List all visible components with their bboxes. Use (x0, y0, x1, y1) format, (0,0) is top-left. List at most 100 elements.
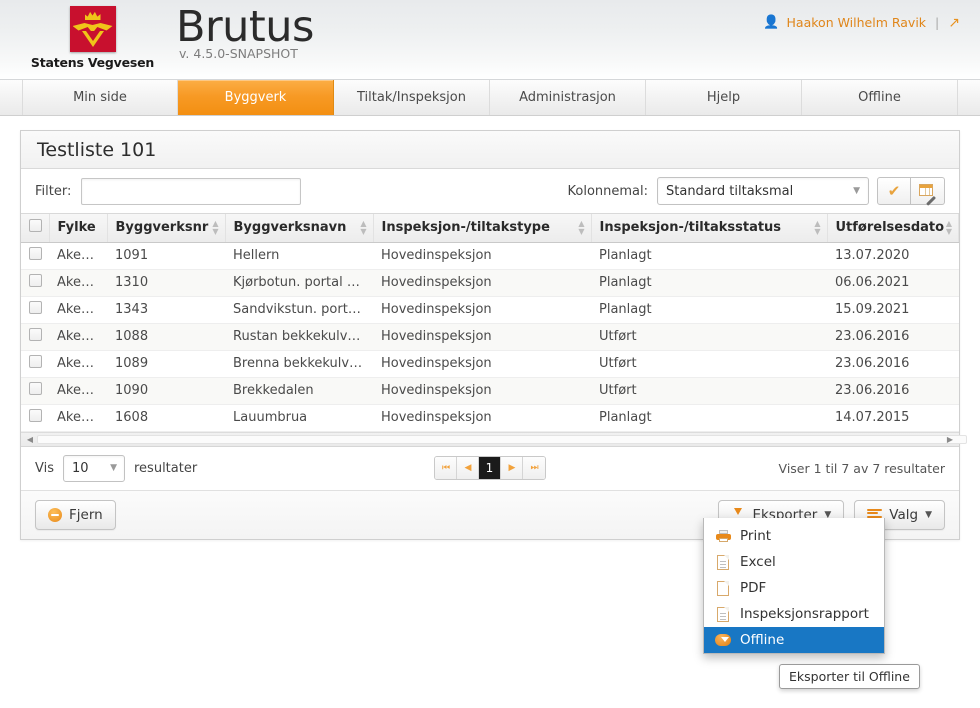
results-label: resultater (134, 460, 198, 476)
prev-page-button[interactable]: ◀ (457, 457, 479, 479)
sort-icon[interactable]: ▲ ▼ (578, 219, 584, 236)
nav-label: Administrasjon (519, 90, 616, 105)
document-icon (715, 554, 731, 570)
cell-byggverksnavn: Kjørbotun. portal nord (225, 269, 373, 297)
check-icon: ✔ (887, 181, 901, 200)
user-name[interactable]: Haakon Wilhelm Ravik (787, 15, 927, 30)
cell-byggverksnr: 1088 (107, 323, 225, 351)
last-page-button[interactable]: ⏭ (523, 457, 545, 479)
row-checkbox[interactable] (29, 409, 42, 422)
user-area[interactable]: 👤 Haakon Wilhelm Ravik | ↗ (763, 15, 960, 30)
column-header-utforelsesdato[interactable]: Utførelsesdato ▲ ▼ (827, 214, 959, 243)
row-select-cell[interactable] (21, 242, 49, 270)
column-label: Byggverksnr (115, 220, 209, 236)
cell-type: Hovedinspeksjon (373, 269, 591, 297)
cell-byggverksnavn: Brekkedalen (225, 377, 373, 405)
apply-kolonnemal-button[interactable]: ✔ (877, 177, 911, 205)
scroll-left-icon[interactable]: ◀ (23, 433, 37, 446)
cell-dato: 13.07.2020 (827, 242, 959, 270)
expand-arrows-icon[interactable]: ↗ (948, 16, 960, 30)
crown-icon (84, 11, 101, 20)
row-checkbox[interactable] (29, 328, 42, 341)
nav-label: Byggverk (224, 90, 287, 105)
next-page-button[interactable]: ▶ (501, 457, 523, 479)
cell-byggverksnr: 1310 (107, 269, 225, 297)
filter-label: Filter: (35, 183, 72, 199)
row-select-cell[interactable] (21, 296, 49, 324)
main-navigation: Min side Byggverk Tiltak/Inspeksjon Admi… (0, 80, 980, 116)
export-menu-item-inspeksjonsrapport[interactable]: Inspeksjonsrapport (704, 601, 884, 627)
nav-item-tiltak-inspeksjon[interactable]: Tiltak/Inspeksjon (334, 80, 490, 115)
cell-byggverksnr: 1608 (107, 404, 225, 432)
pagination-bar: Vis 10 ▼ resultater ⏮ ◀ 1 ▶ ⏭ Viser 1 ti… (21, 446, 959, 491)
column-header-byggverksnavn[interactable]: Byggverksnavn ▲ ▼ (225, 214, 374, 243)
column-header-byggverksnr[interactable]: Byggverksnr ▲ ▼ (107, 214, 226, 243)
scroll-right-icon[interactable]: ▶ (943, 433, 957, 446)
cell-byggverksnavn: Hellern (225, 242, 373, 270)
table-row[interactable]: Akersh... 1608 Lauumbrua Hovedinspeksjon… (21, 404, 959, 432)
sort-icon[interactable]: ▲ ▼ (946, 219, 952, 236)
cell-type: Hovedinspeksjon (373, 242, 591, 270)
table-horizontal-scrollbar[interactable]: ◀ ▶ (21, 431, 967, 447)
cell-type: Hovedinspeksjon (373, 404, 591, 432)
cell-status: Planlagt (591, 242, 827, 270)
row-checkbox[interactable] (29, 355, 42, 368)
select-all-checkbox[interactable] (29, 219, 42, 233)
chevron-down-icon: ▼ (853, 186, 860, 196)
column-header-fylke[interactable]: Fylke (49, 214, 108, 243)
document-icon (715, 606, 731, 622)
cell-status: Utført (591, 323, 827, 351)
printer-icon (715, 530, 731, 542)
table-row[interactable]: Akersh... 1091 Hellern Hovedinspeksjon P… (21, 242, 959, 270)
table-row[interactable]: Akersh... 1088 Rustan bekkekulvert Hoved… (21, 323, 959, 351)
cell-type: Hovedinspeksjon (373, 323, 591, 351)
table-row[interactable]: Akersh... 1343 Sandvikstun. portal n... … (21, 296, 959, 324)
sort-icon[interactable]: ▲ ▼ (360, 219, 366, 236)
edit-kolonnemal-button[interactable] (911, 177, 945, 206)
column-label: Byggverksnavn (233, 220, 347, 236)
row-checkbox[interactable] (29, 247, 42, 260)
export-dropdown-menu: Print Excel PDF Inspeksjonsrapport Offli… (703, 518, 885, 654)
row-select-cell[interactable] (21, 404, 49, 432)
cell-byggverksnavn: Lauumbrua (225, 404, 373, 432)
export-menu-item-offline[interactable]: Offline (704, 627, 884, 653)
page-length-select[interactable]: 10 ▼ (63, 454, 125, 482)
export-menu-item-print[interactable]: Print (704, 523, 884, 549)
nav-item-administrasjon[interactable]: Administrasjon (490, 80, 646, 115)
table-row[interactable]: Akersh... 1090 Brekkedalen Hovedinspeksj… (21, 377, 959, 405)
export-menu-item-pdf[interactable]: PDF (704, 575, 884, 601)
row-checkbox[interactable] (29, 301, 42, 314)
menu-item-label: Inspeksjonsrapport (740, 606, 869, 622)
row-checkbox[interactable] (29, 274, 42, 287)
filter-input[interactable] (81, 177, 302, 205)
nav-item-min-side[interactable]: Min side (22, 80, 178, 115)
nav-item-offline[interactable]: Offline (802, 80, 958, 115)
sort-icon[interactable]: ▲ ▼ (212, 219, 218, 236)
scrollbar-thumb[interactable] (37, 434, 967, 444)
remove-button[interactable]: Fjern (35, 499, 116, 530)
row-select-cell[interactable] (21, 269, 49, 297)
table-row[interactable]: Akersh... 1310 Kjørbotun. portal nord Ho… (21, 269, 959, 297)
cloud-download-icon (715, 633, 731, 647)
kolonnemal-select[interactable]: Standard tiltaksmal ▼ (657, 177, 869, 205)
nav-item-hjelp[interactable]: Hjelp (646, 80, 802, 115)
sort-icon[interactable]: ▲ ▼ (814, 219, 820, 236)
org-name: Statens Vegvesen (30, 55, 155, 70)
tooltip: Eksporter til Offline (779, 664, 920, 689)
row-select-cell[interactable] (21, 377, 49, 405)
table-row[interactable]: Akersh... 1089 Brenna bekkekulvert Hoved… (21, 350, 959, 378)
row-select-cell[interactable] (21, 350, 49, 378)
export-menu-item-excel[interactable]: Excel (704, 549, 884, 575)
nav-item-byggverk[interactable]: Byggverk (178, 80, 334, 115)
select-all-header[interactable] (21, 214, 50, 243)
page-number-button-1[interactable]: 1 (479, 457, 501, 479)
row-checkbox[interactable] (29, 382, 42, 395)
cell-dato: 15.09.2021 (827, 296, 959, 324)
column-label: Inspeksjon-/tiltakstype (381, 220, 550, 236)
column-header-inspeksjonsstatus[interactable]: Inspeksjon-/tiltaksstatus ▲ ▼ (591, 214, 828, 243)
row-select-cell[interactable] (21, 323, 49, 351)
cell-status: Planlagt (591, 296, 827, 324)
column-label: Inspeksjon-/tiltaksstatus (599, 220, 782, 236)
first-page-button[interactable]: ⏮ (435, 457, 457, 479)
column-header-inspeksjonstype[interactable]: Inspeksjon-/tiltakstype ▲ ▼ (373, 214, 592, 243)
